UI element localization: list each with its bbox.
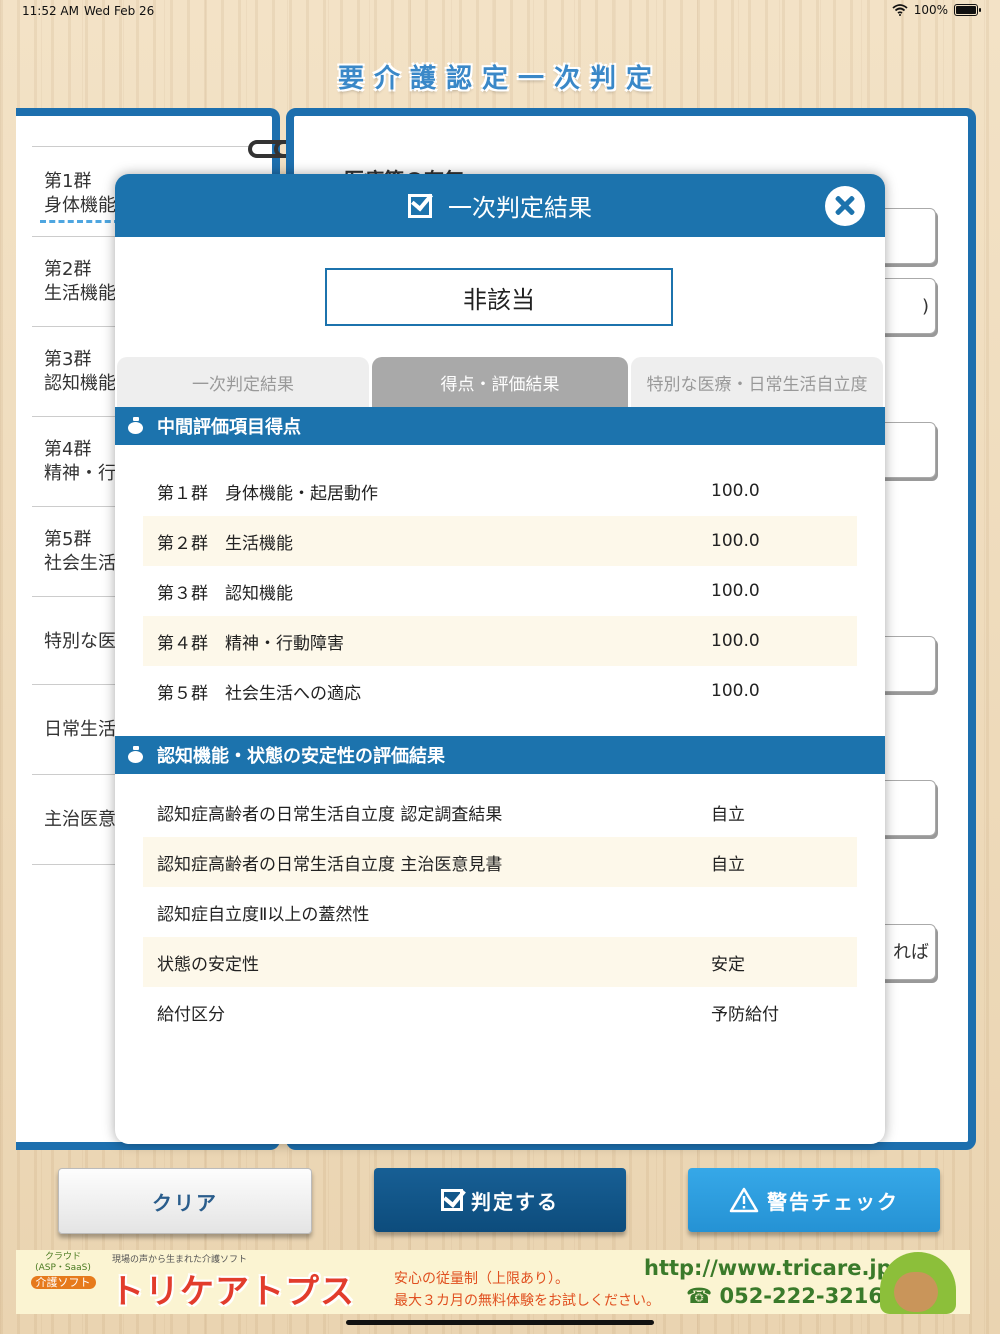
result-tabs: 一次判定結果 得点・評価結果 特別な医療・日常生活自立度 <box>115 357 885 407</box>
modal-header: 一次判定結果 <box>115 174 885 237</box>
result-modal: 一次判定結果 非該当 一次判定結果 得点・評価結果 特別な医療・日常生活自立度 … <box>115 174 885 1144</box>
alarm-icon <box>127 417 143 434</box>
app-screen: 11:52 AM Wed Feb 26 100% 要介護認定一次判定 第1群 身… <box>0 0 1000 1334</box>
modal-title: 一次判定結果 <box>448 194 592 222</box>
section-title: 中間評価項目得点 <box>157 417 301 438</box>
judgement-result: 非該当 <box>325 268 673 326</box>
score-table: 第１群 身体機能・起居動作 100.0 第２群 生活機能 100.0 第３群 認… <box>143 466 857 716</box>
table-row: 認知症高齢者の日常生活自立度 認定調査結果 自立 <box>157 804 745 825</box>
table-row: 第４群 精神・行動障害 100.0 <box>143 616 857 666</box>
checkbox-icon <box>408 193 432 218</box>
table-row: 給付区分 予防給付 <box>157 1004 779 1025</box>
table-row: 第１群 身体機能・起居動作 100.0 <box>157 481 760 504</box>
section-cognitive-stability: 認知機能・状態の安定性の評価結果 <box>115 736 885 774</box>
tab-primary-result[interactable]: 一次判定結果 <box>117 357 369 407</box>
evaluation-table: 認知症高齢者の日常生活自立度 認定調査結果 自立 認知症高齢者の日常生活自立度 … <box>143 787 857 1037</box>
section-title: 認知機能・状態の安定性の評価結果 <box>157 746 445 767</box>
table-row: 第３群 認知機能 100.0 <box>157 581 760 604</box>
table-row: 状態の安定性 安定 <box>143 937 857 987</box>
close-button[interactable] <box>825 186 865 226</box>
alarm-icon <box>127 746 143 763</box>
table-row: 認知症高齢者の日常生活自立度 主治医意見書 自立 <box>143 837 857 887</box>
section-intermediate-scores: 中間評価項目得点 <box>115 407 885 445</box>
tab-score-evaluation[interactable]: 得点・評価結果 <box>372 357 628 407</box>
table-row: 第５群 社会生活への適応 100.0 <box>157 681 760 704</box>
table-row: 第２群 生活機能 100.0 <box>143 516 857 566</box>
tab-special-medical-independence[interactable]: 特別な医療・日常生活自立度 <box>631 357 883 407</box>
table-row: 認知症自立度Ⅱ以上の蓋然性 <box>157 904 370 925</box>
